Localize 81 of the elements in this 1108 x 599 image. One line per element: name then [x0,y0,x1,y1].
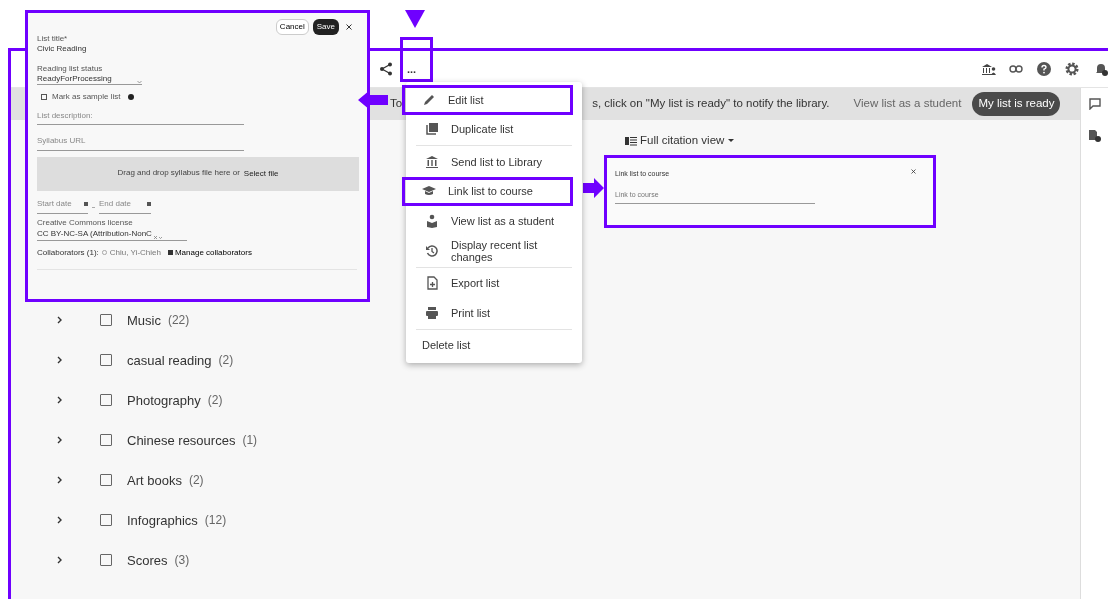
menu-item[interactable]: Duplicate list [406,114,582,144]
field-label: List title* [37,35,69,44]
manage-collaborators-button[interactable]: Manage collaborators [167,246,252,259]
section-count: (12) [204,512,227,530]
my-list-ready-button[interactable]: My list is ready [972,92,1061,116]
section-name[interactable]: Art books [127,470,182,490]
person-book-icon [425,213,439,228]
sample-checkbox[interactable] [41,94,47,101]
chevron-icon [137,79,142,84]
drop-zone[interactable]: Drag and drop syllabus file here or Select file [37,156,359,191]
section-checkbox[interactable] [100,554,112,567]
chevron-icon[interactable] [57,316,62,325]
list-view-icon [625,135,637,146]
separator-dash [92,206,95,208]
printer-icon [425,305,439,320]
file-add-icon [425,276,439,291]
share-icon[interactable] [379,62,393,76]
institution-icon[interactable] [981,62,996,76]
end-date-field[interactable]: End date [99,197,151,214]
menu-item[interactable]: View list as a student [406,206,582,236]
menu-item[interactable]: Delete list [406,330,582,361]
close-icon[interactable] [346,24,352,30]
start-date-field[interactable]: Start date [37,197,88,214]
close-icon[interactable] [911,169,916,174]
banner-text: s, click on "My list is ready" to notify the library. [592,96,830,112]
more-button[interactable]: ... [407,63,417,75]
cancel-button[interactable]: Cancel [275,19,309,35]
document-icon[interactable] [1088,129,1101,142]
section-checkbox[interactable] [100,474,112,487]
section-name[interactable]: Music [127,310,161,330]
collaborator-name[interactable]: Chiu, Yi-Chieh [109,246,161,259]
sample-label: Mark as sample list [52,92,121,102]
menu-item[interactable]: Print list [406,298,582,328]
section-checkbox[interactable] [100,434,112,447]
section-count: (2) [218,352,234,370]
section-count: (22) [167,312,190,330]
menu-item[interactable]: Edit list [402,85,573,115]
section-checkbox[interactable] [100,514,112,527]
section-name[interactable]: Infographics [127,510,198,530]
section-checkbox[interactable] [100,354,112,367]
section-count: (3) [174,552,190,570]
view-as-student-link[interactable]: View list as a student [853,95,962,113]
banner-text: To [390,96,403,112]
copy-icon [425,122,439,137]
syllabus-url-field[interactable]: Syllabus URL [37,136,244,151]
menu-item[interactable]: Export list [406,268,582,299]
chevron-icon[interactable] [57,436,62,445]
section-name[interactable]: Photography [127,390,201,410]
pencil-icon [422,92,436,107]
chevron-icon[interactable] [57,476,62,485]
license-select[interactable]: Creative Commons license CC BY-NC-SA (Attribution-NonC [37,218,187,241]
description-field[interactable]: List description: [37,110,244,126]
section-count: (2) [207,392,223,410]
person-icon [101,250,107,256]
section-name[interactable]: Scores [127,550,168,570]
menu-item[interactable]: Send list to Library [406,147,582,177]
institution-icon [425,154,439,169]
section-name[interactable]: casual reading [127,350,212,370]
menu-item[interactable]: Link list to course [402,176,573,206]
chevron-icon[interactable] [57,356,62,365]
status-select[interactable]: Reading list status ReadyForProcessing [37,65,142,85]
section-name[interactable]: Chinese resources [127,430,236,450]
section-count: (1) [242,432,258,450]
collaborators-label: Collaborators (1): [37,246,99,259]
link-icon[interactable] [1009,65,1023,73]
section-count: (2) [188,472,204,490]
down-arrow-icon [405,10,425,28]
view-toggle[interactable]: Full citation view [625,132,736,150]
save-button[interactable]: Save [312,19,339,35]
help-icon[interactable] [1037,62,1051,76]
chevron-icon[interactable] [57,516,62,525]
chevron-icon[interactable] [57,556,62,565]
chevron-icon[interactable] [57,396,62,405]
caret-icon [727,138,736,144]
menu-item[interactable]: Display recent list changes [406,235,582,266]
settings-icon[interactable] [1065,62,1079,76]
history-icon [425,243,439,258]
comment-icon[interactable] [1088,98,1101,110]
section-checkbox[interactable] [100,314,112,327]
title-value: Civic Reading [37,43,88,54]
section-checkbox[interactable] [100,394,112,407]
